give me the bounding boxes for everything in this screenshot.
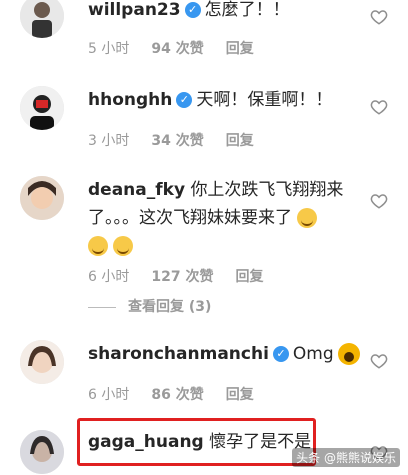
avatar[interactable]	[20, 430, 64, 474]
comment-text: hhonghh ✓ 天啊！保重啊！！	[88, 86, 358, 114]
comment-meta: 3 小时 34 次赞 回复	[88, 130, 276, 150]
comment-meta: 5 小时 94 次赞 回复	[88, 38, 276, 58]
username[interactable]: deana_fky	[88, 180, 185, 200]
reply-button[interactable]: 回复	[226, 133, 254, 149]
like-heart-icon[interactable]	[370, 352, 388, 370]
like-count[interactable]: 127 次赞	[151, 269, 213, 285]
like-count[interactable]: 34 次赞	[151, 133, 203, 149]
verified-badge-icon: ✓	[272, 346, 289, 362]
timestamp: 5 小时	[88, 41, 130, 57]
avatar[interactable]	[20, 340, 64, 384]
comment-text: willpan23 ✓ 怎麼了！！	[88, 0, 358, 24]
timestamp: 6 小时	[88, 269, 130, 285]
reply-button[interactable]: 回复	[226, 41, 254, 57]
comment-content: 怎麼了！！	[204, 0, 290, 20]
comment-content-line2: 了。。。这次飞翔妹妹要来了	[88, 208, 292, 228]
view-replies-label: 查看回复 (3)	[128, 299, 212, 315]
username[interactable]: willpan23	[88, 0, 181, 20]
comment-content: 天啊！保重啊！！	[196, 90, 333, 110]
avatar[interactable]	[20, 176, 64, 220]
like-heart-icon[interactable]	[370, 192, 388, 210]
avatar[interactable]	[20, 0, 64, 38]
comment-text: deana_fky 你上次跌飞飞翔翔来 了。。。这次飞翔妹妹要来了	[88, 176, 358, 260]
reply-button[interactable]: 回复	[226, 387, 254, 403]
username[interactable]: sharonchanmanchi	[88, 344, 269, 364]
divider-line	[88, 306, 116, 308]
view-replies-button[interactable]: 查看回复 (3)	[88, 296, 211, 316]
timestamp: 6 小时	[88, 387, 130, 403]
comment-content: Omg	[292, 344, 334, 364]
watermark: 头条 @熊熊说娱乐	[292, 448, 400, 467]
avatar[interactable]	[20, 86, 64, 130]
username[interactable]: hhonghh	[88, 90, 172, 110]
reply-button[interactable]: 回复	[235, 269, 263, 285]
grinning-emoji-icon	[88, 236, 108, 256]
like-heart-icon[interactable]	[370, 8, 388, 26]
highlight-box	[77, 418, 316, 466]
like-count[interactable]: 86 次赞	[151, 387, 203, 403]
comment-meta: 6 小时 86 次赞 回复	[88, 384, 276, 404]
comment-content: 你上次跌飞飞翔翔来	[190, 180, 344, 200]
like-heart-icon[interactable]	[370, 98, 388, 116]
verified-badge-icon: ✓	[184, 2, 201, 18]
grinning-emoji-icon	[113, 236, 134, 256]
timestamp: 3 小时	[88, 133, 130, 149]
verified-badge-icon: ✓	[176, 92, 193, 108]
comment-meta: 6 小时 127 次赞 回复	[88, 266, 285, 286]
grinning-emoji-icon	[297, 208, 318, 228]
comment-text: sharonchanmanchi ✓ Omg	[88, 340, 378, 368]
shocked-emoji-icon	[337, 343, 360, 365]
like-count[interactable]: 94 次赞	[151, 41, 203, 57]
